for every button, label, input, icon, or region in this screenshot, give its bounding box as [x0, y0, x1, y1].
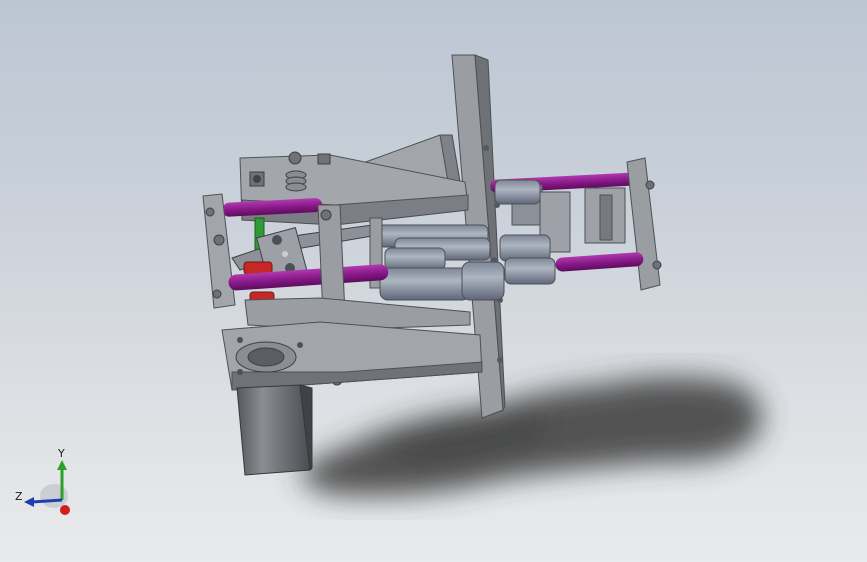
z-axis-label: Z — [15, 490, 23, 503]
ground-shadow — [300, 376, 762, 496]
motor-body[interactable] — [236, 384, 313, 476]
rail-frame-right[interactable] — [490, 157, 662, 303]
y-axis-label: Y — [58, 447, 65, 460]
triad-graphic — [24, 460, 70, 515]
model-viewport[interactable]: Y Z — [0, 0, 867, 562]
pneumatic-cylinders[interactable] — [369, 217, 505, 301]
assembly-scene[interactable] — [0, 0, 867, 562]
base-plate[interactable] — [221, 297, 483, 391]
